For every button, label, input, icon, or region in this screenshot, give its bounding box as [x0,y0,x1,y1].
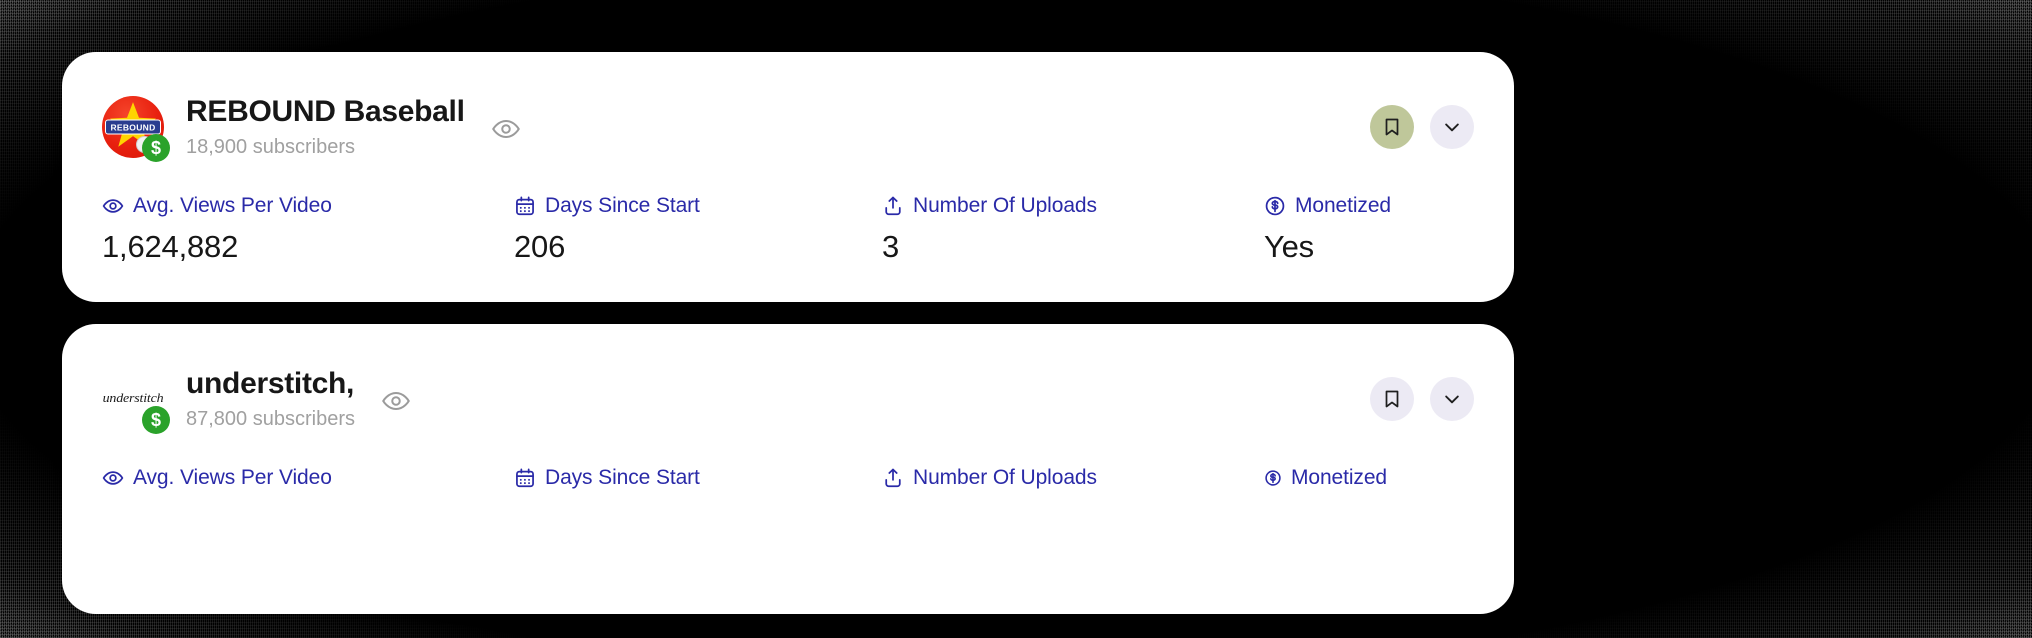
metric-label: Monetized [1264,466,1474,490]
channel-card-list: REBOUND $ REBOUND Baseball 18,900 subscr… [62,52,1514,614]
channel-title: REBOUND Baseball [186,95,465,129]
chevron-down-icon [1442,117,1462,137]
subscriber-count: 87,800 subscribers [186,407,355,430]
card-header: REBOUND $ REBOUND Baseball 18,900 subscr… [102,88,1474,166]
metric-label-text: Days Since Start [545,194,700,217]
metric-avg-views: Avg. Views Per Video [102,466,514,500]
metric-value: Yes [1264,229,1314,264]
upload-icon [882,195,904,217]
channel-card[interactable]: understitch $ understitch, 87,800 subscr… [62,324,1514,614]
metric-monetized: Monetized Yes [1264,194,1474,265]
calendar-icon [514,195,536,217]
dollar-sign-badge: $ [142,406,170,434]
metric-label: Number Of Uploads [882,194,1264,218]
metric-label-text: Number Of Uploads [913,466,1097,489]
card-actions [1370,377,1474,421]
metric-label: Days Since Start [514,194,882,218]
metric-days-since-start: Days Since Start [514,466,882,500]
expand-button[interactable] [1430,377,1474,421]
bookmark-button[interactable] [1370,377,1414,421]
card-actions [1370,105,1474,149]
metric-label: Avg. Views Per Video [102,466,514,490]
metric-label-text: Number Of Uploads [913,194,1097,217]
metric-value: 1,624,882 [102,229,239,264]
dollar-circle-icon [1264,469,1282,487]
metric-days-since-start: Days Since Start 206 [514,194,882,265]
eye-outline-icon[interactable] [381,386,411,416]
card-header-text: understitch, 87,800 subscribers [186,367,355,431]
avatar-wordmark: REBOUND [105,119,161,135]
dollar-sign-badge: $ [142,134,170,162]
upload-icon [882,467,904,489]
metrics-row: Avg. Views Per Video Days Since Start Nu… [102,466,1474,500]
metric-label-text: Monetized [1295,194,1391,217]
eye-icon [102,467,124,489]
avatar[interactable]: understitch $ [102,368,170,434]
metric-number-of-uploads: Number Of Uploads 3 [882,194,1264,265]
channel-title: understitch, [186,367,355,401]
metric-label-text: Days Since Start [545,466,700,489]
bookmark-button[interactable] [1370,105,1414,149]
calendar-icon [514,467,536,489]
metric-label-text: Avg. Views Per Video [133,466,332,489]
dollar-circle-icon [1264,195,1286,217]
card-header-text: REBOUND Baseball 18,900 subscribers [186,95,465,159]
metric-number-of-uploads: Number Of Uploads [882,466,1264,500]
metric-value: 206 [514,229,566,264]
metric-label: Days Since Start [514,466,882,490]
channel-card[interactable]: REBOUND $ REBOUND Baseball 18,900 subscr… [62,52,1514,302]
avatar-wordmark: understitch [102,391,164,406]
bookmark-icon [1381,116,1403,138]
metrics-row: Avg. Views Per Video 1,624,882 Days Sinc… [102,194,1474,265]
subscriber-count: 18,900 subscribers [186,135,355,158]
metric-value: 3 [882,229,900,264]
eye-icon [102,195,124,217]
metric-avg-views: Avg. Views Per Video 1,624,882 [102,194,514,265]
metric-label: Avg. Views Per Video [102,194,514,218]
expand-button[interactable] [1430,105,1474,149]
eye-outline-icon[interactable] [491,114,521,144]
metric-label-text: Monetized [1291,466,1387,489]
card-header: understitch $ understitch, 87,800 subscr… [102,360,1474,438]
chevron-down-icon [1442,389,1462,409]
metric-label-text: Avg. Views Per Video [133,194,332,217]
metric-monetized: Monetized [1264,466,1474,500]
metric-label: Number Of Uploads [882,466,1264,490]
avatar[interactable]: REBOUND $ [102,96,170,162]
page-root: REBOUND $ REBOUND Baseball 18,900 subscr… [0,0,2032,638]
bookmark-icon [1381,388,1403,410]
metric-label: Monetized [1264,194,1474,218]
